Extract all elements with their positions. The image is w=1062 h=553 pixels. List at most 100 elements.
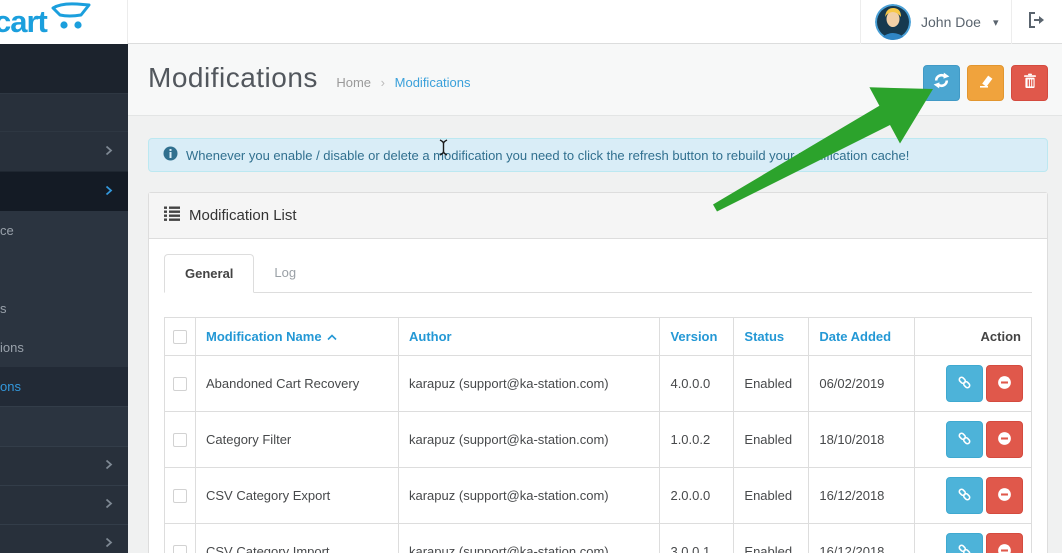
cell-author: karapuz (support@ka-station.com) <box>399 412 660 468</box>
eraser-icon <box>978 73 994 94</box>
chevron-right-icon <box>105 535 113 553</box>
row-checkbox[interactable] <box>173 545 187 553</box>
minus-circle-icon <box>997 487 1012 505</box>
sidebar-section-top <box>0 44 128 93</box>
sidebar-item-1[interactable] <box>0 93 128 131</box>
sidebar-subitem-1[interactable]: ce <box>0 211 128 250</box>
column-label: Date Added <box>819 329 891 344</box>
mod-disable-button[interactable] <box>986 477 1023 514</box>
row-checkbox-cell <box>165 524 196 553</box>
cell-modification-name: CSV Category Export <box>196 468 399 524</box>
trash-icon <box>1023 73 1037 94</box>
cell-action <box>915 412 1032 468</box>
column-label: Modification Name <box>206 329 322 344</box>
main-content: Modifications Home › Modifications <box>128 44 1062 553</box>
chevron-right-icon <box>105 496 113 514</box>
cell-action <box>915 356 1032 412</box>
page-header: Modifications Home › Modifications <box>128 44 1062 116</box>
table-row: CSV Category Importkarapuz (support@ka-s… <box>165 524 1032 553</box>
chevron-right-icon <box>105 457 113 475</box>
cell-status: Enabled <box>734 356 809 412</box>
info-circle-icon <box>163 146 178 164</box>
cell-date-added: 16/12/2018 <box>809 468 915 524</box>
shopping-cart-icon <box>51 2 93 37</box>
table-row: Abandoned Cart Recoverykarapuz (support@… <box>165 356 1032 412</box>
column-header-modification-name[interactable]: Modification Name <box>196 318 399 356</box>
mod-link-button[interactable] <box>946 533 983 553</box>
modification-table: Modification Name Author Version Status … <box>164 317 1032 553</box>
mod-link-button[interactable] <box>946 365 983 402</box>
user-menu[interactable]: John Doe ▾ <box>860 0 1012 44</box>
cell-author: karapuz (support@ka-station.com) <box>399 524 660 553</box>
avatar <box>875 4 911 40</box>
mod-disable-button[interactable] <box>986 421 1023 458</box>
minus-circle-icon <box>997 431 1012 449</box>
column-header-status[interactable]: Status <box>734 318 809 356</box>
logout-button[interactable] <box>1012 0 1062 44</box>
column-header-version[interactable]: Version <box>660 318 734 356</box>
sidebar-subitem-4[interactable]: ions <box>0 328 128 367</box>
cell-author: karapuz (support@ka-station.com) <box>399 356 660 412</box>
link-icon <box>957 375 972 393</box>
user-name: John Doe <box>921 14 981 30</box>
sidebar-item-4[interactable] <box>0 446 128 485</box>
tab-general[interactable]: General <box>164 254 254 293</box>
modification-table-body: Abandoned Cart Recoverykarapuz (support@… <box>165 356 1032 553</box>
table-row: Category Filterkarapuz (support@ka-stati… <box>165 412 1032 468</box>
cell-author: karapuz (support@ka-station.com) <box>399 468 660 524</box>
sidebar-item-3[interactable] <box>0 406 128 446</box>
chevron-right-icon <box>105 143 113 161</box>
sidebar-subitem-label: s <box>0 301 7 316</box>
cell-modification-name: Category Filter <box>196 412 399 468</box>
clear-cache-button[interactable] <box>967 65 1004 101</box>
row-checkbox-cell <box>165 356 196 412</box>
refresh-button[interactable] <box>923 65 960 101</box>
logo[interactable]: cart <box>0 0 128 44</box>
info-alert: Whenever you enable / disable or delete … <box>148 138 1048 172</box>
select-all-checkbox[interactable] <box>173 330 187 344</box>
row-checkbox-cell <box>165 468 196 524</box>
top-header-bar: cart John Doe ▾ <box>0 0 1062 44</box>
row-checkbox-cell <box>165 412 196 468</box>
minus-circle-icon <box>997 375 1012 393</box>
column-header-action: Action <box>915 318 1032 356</box>
sort-asc-icon <box>327 329 337 344</box>
sidebar-subitem-3[interactable]: s <box>0 289 128 328</box>
mod-disable-button[interactable] <box>986 533 1023 553</box>
link-icon <box>957 487 972 505</box>
cell-modification-name: CSV Category Import <box>196 524 399 553</box>
sidebar-item-2[interactable] <box>0 131 128 171</box>
table-row: CSV Category Exportkarapuz (support@ka-s… <box>165 468 1032 524</box>
cell-action <box>915 468 1032 524</box>
sidebar-nav: ce s ions ons <box>0 44 128 553</box>
sidebar-item-extensions-open[interactable] <box>0 171 128 211</box>
delete-button[interactable] <box>1011 65 1048 101</box>
cell-modification-name: Abandoned Cart Recovery <box>196 356 399 412</box>
panel-body: General Log Modification Name Author Ver… <box>149 239 1047 553</box>
cell-status: Enabled <box>734 412 809 468</box>
breadcrumb-home-link[interactable]: Home <box>336 75 371 90</box>
sidebar-item-modifications-active[interactable]: ons <box>0 367 128 406</box>
cell-status: Enabled <box>734 524 809 553</box>
mod-link-button[interactable] <box>946 477 983 514</box>
row-checkbox[interactable] <box>173 433 187 447</box>
caret-down-icon: ▾ <box>993 16 999 29</box>
column-header-author[interactable]: Author <box>399 318 660 356</box>
mod-disable-button[interactable] <box>986 365 1023 402</box>
sidebar-subitem-label: ce <box>0 223 14 238</box>
panel-title: Modification List <box>189 207 297 224</box>
row-checkbox[interactable] <box>173 377 187 391</box>
row-checkbox[interactable] <box>173 489 187 503</box>
sidebar-subitem-2[interactable] <box>0 250 128 289</box>
modification-list-panel: Modification List General Log Modificati… <box>148 192 1048 553</box>
cell-version: 1.0.0.2 <box>660 412 734 468</box>
sidebar-submenu: ce s ions ons <box>0 211 128 406</box>
sidebar-item-5[interactable] <box>0 485 128 524</box>
link-icon <box>957 543 972 553</box>
mod-link-button[interactable] <box>946 421 983 458</box>
tab-log[interactable]: Log <box>254 254 316 293</box>
column-header-date-added[interactable]: Date Added <box>809 318 915 356</box>
sidebar-item-6[interactable] <box>0 524 128 553</box>
sign-out-icon <box>1028 12 1046 33</box>
table-header-row: Modification Name Author Version Status … <box>165 318 1032 356</box>
